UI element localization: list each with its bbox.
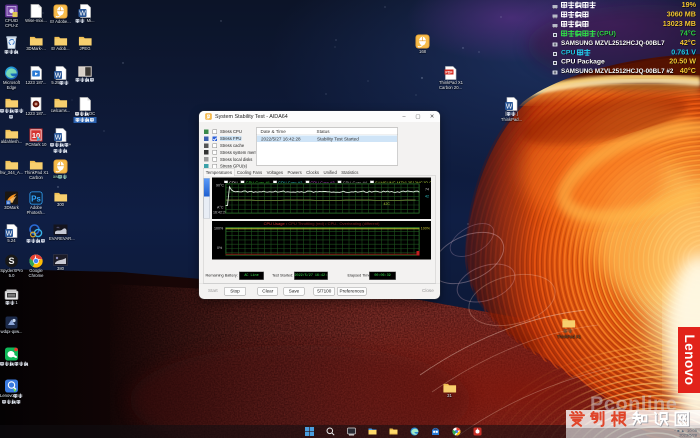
svg-text:W: W [79, 11, 86, 18]
svg-text:S: S [8, 256, 14, 266]
svg-text:PDF: PDF [445, 71, 453, 75]
svg-text:W: W [55, 73, 62, 80]
svg-text:W: W [506, 104, 513, 111]
svg-text:W: W [6, 231, 13, 238]
svg-text:Ps: Ps [31, 194, 41, 203]
svg-text:W: W [55, 135, 62, 142]
svg-text:42C: 42C [384, 202, 391, 206]
